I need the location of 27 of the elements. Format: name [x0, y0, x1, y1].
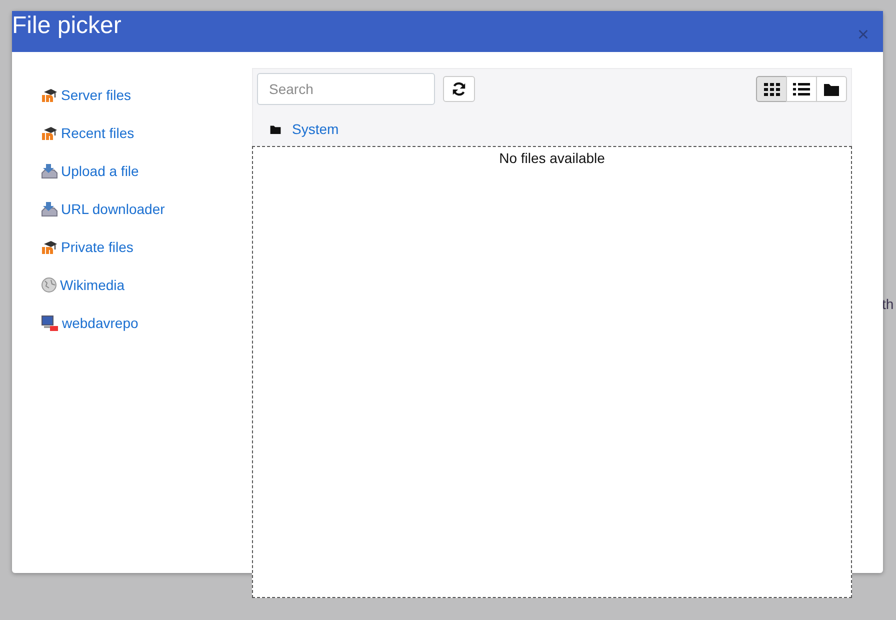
view-mode-button[interactable] — [756, 76, 787, 102]
mortarboard-icon — [41, 240, 58, 254]
repository-link[interactable]: webdavrepo — [41, 304, 252, 342]
view-mode-button[interactable] — [786, 76, 817, 102]
search-field[interactable]: Search — [257, 73, 435, 105]
path-link[interactable]: System — [292, 119, 339, 140]
repository-link[interactable]: Private files — [41, 228, 252, 266]
view-mode-button[interactable] — [816, 76, 847, 102]
repository-link[interactable]: Wikimedia — [41, 266, 252, 304]
empty-message: No files available — [499, 150, 605, 166]
repository-link[interactable]: Server files — [41, 76, 252, 114]
repository-link[interactable]: URL downloader — [41, 190, 252, 228]
mortarboard-icon — [41, 126, 58, 140]
folder-icon — [824, 82, 839, 96]
refresh-icon — [452, 82, 466, 96]
download-tray-icon — [41, 201, 58, 217]
refresh-button[interactable] — [443, 76, 475, 102]
list-icon — [793, 82, 810, 96]
folder-icon — [270, 125, 281, 134]
computer-icon — [41, 315, 59, 331]
dialog-title: File picker — [12, 12, 122, 40]
repository-link[interactable]: Recent files — [41, 114, 252, 152]
mortarboard-icon — [41, 88, 58, 102]
repository-link[interactable]: Upload a file — [41, 152, 252, 190]
background-text: th — [882, 295, 894, 314]
grid-icon — [764, 82, 780, 96]
download-tray-icon — [41, 163, 58, 179]
